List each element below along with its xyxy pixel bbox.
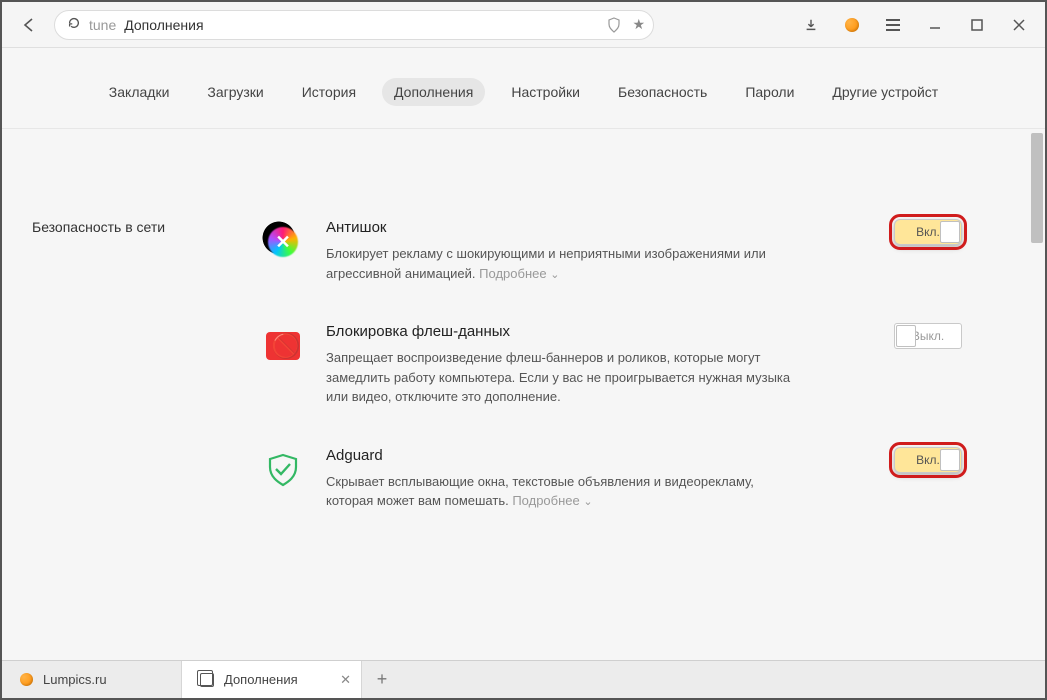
addon-title: Adguard (326, 447, 852, 464)
browser-tab-label: Дополнения (224, 672, 298, 687)
addons-list: Антишок Блокирует рекламу с шокирующими … (262, 219, 962, 511)
settings-page: Закладки Загрузки История Дополнения Нас… (2, 48, 1045, 660)
tab-history[interactable]: История (290, 78, 368, 106)
window-maximize-icon[interactable] (969, 17, 985, 33)
downloads-icon[interactable] (803, 17, 819, 33)
address-prefix: tune (89, 17, 116, 33)
address-text: Дополнения (124, 17, 596, 33)
tab-addons[interactable]: Дополнения (382, 78, 485, 106)
reload-icon[interactable] (67, 16, 81, 33)
addon-description: Запрещает воспроизведение флеш-баннеров … (326, 348, 796, 407)
window-close-icon[interactable] (1011, 17, 1027, 33)
tab-security[interactable]: Безопасность (606, 78, 719, 106)
browser-tabs: Lumpics.ru Дополнения ✕ + (2, 660, 1045, 698)
settings-nav-tabs: Закладки Загрузки История Дополнения Нас… (2, 48, 1045, 129)
tab-settings[interactable]: Настройки (499, 78, 592, 106)
toggle-knob (896, 325, 916, 347)
flash-block-icon (262, 325, 304, 367)
toggle-knob (940, 449, 960, 471)
toggle-flash-block[interactable]: Выкл. (894, 323, 962, 349)
tab-downloads[interactable]: Загрузки (195, 78, 275, 106)
chevron-down-icon: ⌄ (550, 269, 559, 281)
addon-adguard: Adguard Скрывает всплывающие окна, текст… (262, 447, 962, 511)
addon-flash-block: Блокировка флеш-данных Запрещает воспрои… (262, 323, 962, 407)
back-button[interactable] (20, 16, 38, 34)
browser-tab-addons[interactable]: Дополнения ✕ (182, 661, 362, 698)
window-minimize-icon[interactable] (927, 17, 943, 33)
addon-description: Скрывает всплывающие окна, текстовые объ… (326, 472, 796, 511)
toggle-adguard[interactable]: Вкл. (894, 447, 962, 473)
bookmark-star-icon[interactable]: ★ (632, 16, 645, 33)
more-link[interactable]: Подробнее ⌄ (512, 493, 592, 508)
section-title: Безопасность в сети (32, 219, 222, 511)
toggle-antishock[interactable]: Вкл. (894, 219, 962, 245)
browser-tab-lumpics[interactable]: Lumpics.ru (2, 661, 182, 698)
tab-other-devices[interactable]: Другие устройст (820, 78, 950, 106)
addon-antishock: Антишок Блокирует рекламу с шокирующими … (262, 219, 962, 283)
browser-address-bar: tune Дополнения ★ (2, 2, 1045, 48)
new-tab-button[interactable]: + (362, 661, 402, 698)
adguard-icon (262, 449, 304, 491)
close-tab-icon[interactable]: ✕ (340, 672, 351, 688)
addon-title: Антишок (326, 219, 852, 236)
menu-icon[interactable] (885, 17, 901, 33)
favicon-icon (20, 673, 33, 686)
chevron-down-icon: ⌄ (583, 496, 592, 508)
tab-passwords[interactable]: Пароли (733, 78, 806, 106)
top-actions (803, 17, 1027, 33)
more-link[interactable]: Подробнее ⌄ (479, 266, 559, 281)
addon-description: Блокирует рекламу с шокирующими и неприя… (326, 244, 796, 283)
antishock-icon (262, 221, 304, 263)
toggle-knob (940, 221, 960, 243)
address-field[interactable]: tune Дополнения ★ (54, 10, 654, 40)
scrollbar[interactable] (1031, 133, 1043, 243)
addon-title: Блокировка флеш-данных (326, 323, 852, 340)
tab-bookmarks[interactable]: Закладки (97, 78, 182, 106)
content-area: Безопасность в сети Антишок Блокирует ре… (2, 129, 1045, 660)
profile-icon[interactable] (845, 18, 859, 32)
browser-tab-label: Lumpics.ru (43, 672, 107, 687)
tabs-icon (200, 673, 214, 687)
protect-icon[interactable] (604, 15, 624, 35)
